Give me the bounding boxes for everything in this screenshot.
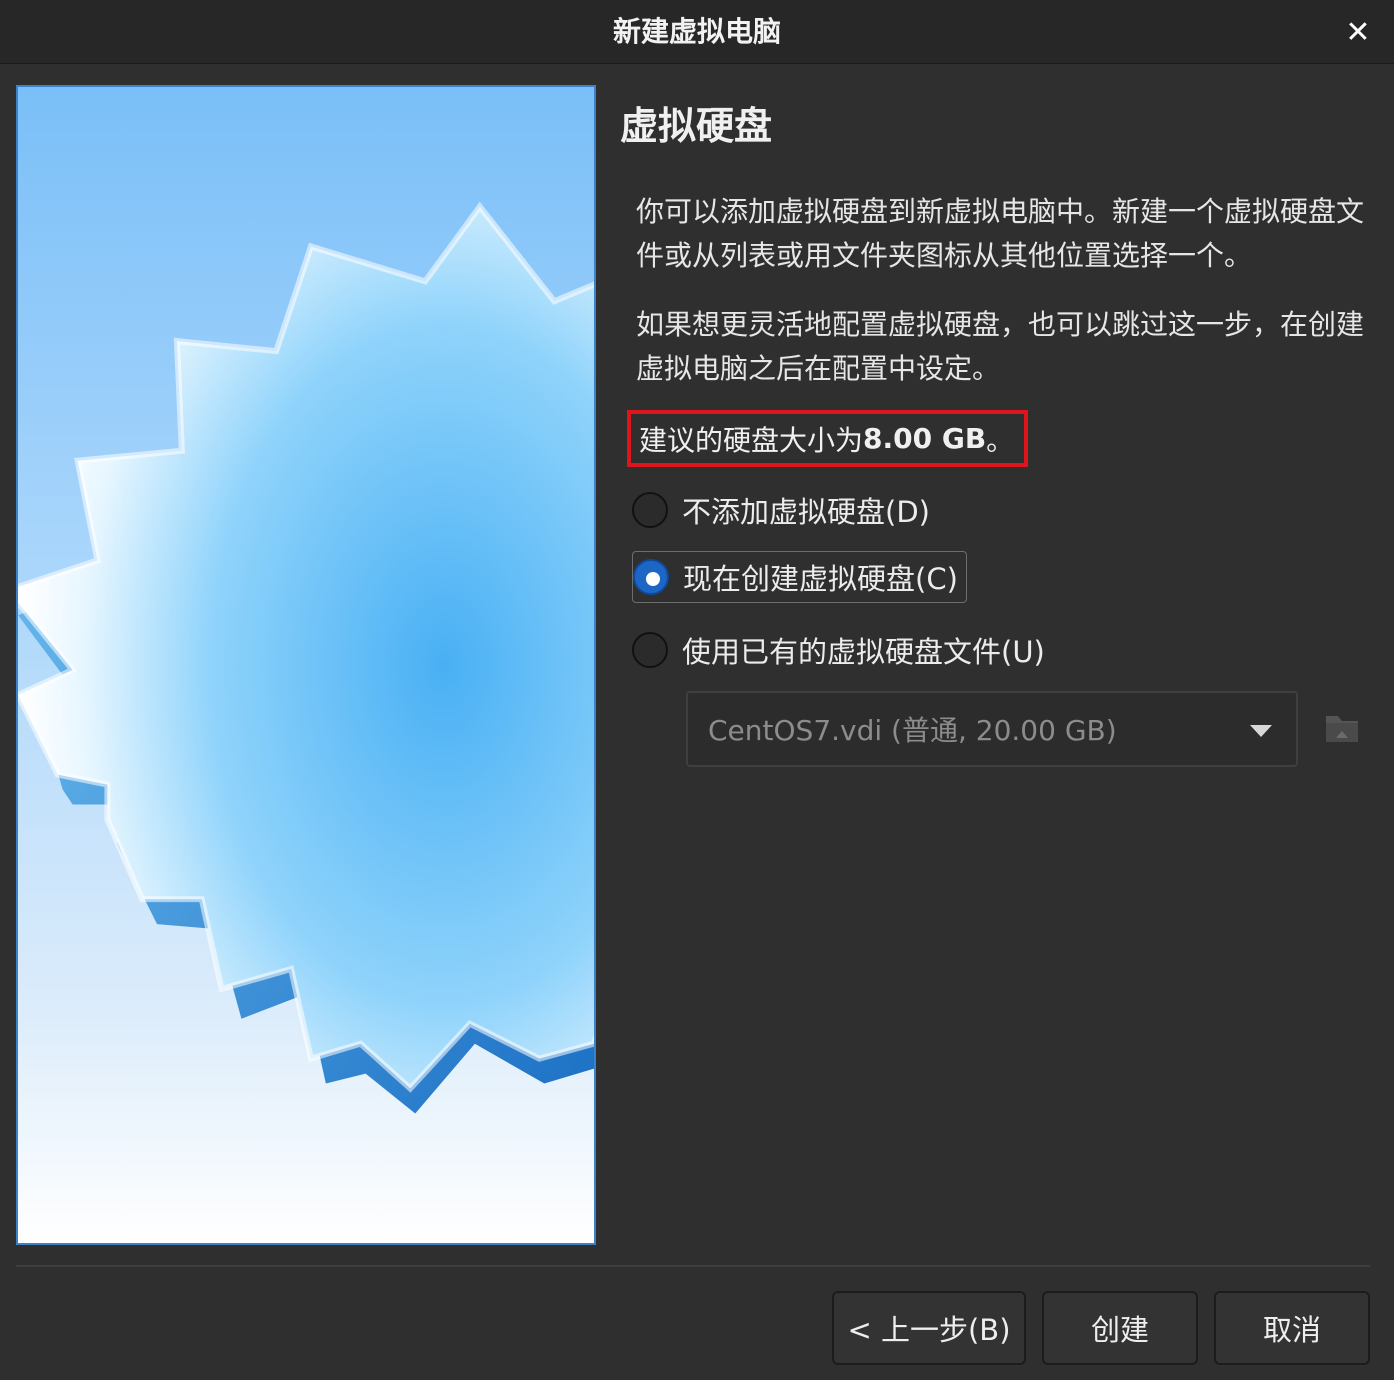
back-button[interactable]: < 上一步(B) [832,1291,1026,1365]
starburst-icon [18,201,594,1114]
radio-no-disk[interactable]: 不添加虚拟硬盘(D) [632,483,930,537]
recommended-size-prefix: 建议的硬盘大小为 [639,423,864,457]
create-button[interactable]: 创建 [1042,1291,1198,1365]
radio-label: 现在创建虚拟硬盘(C) [683,562,958,596]
cancel-button[interactable]: 取消 [1214,1291,1370,1365]
radio-button[interactable] [633,559,669,595]
radio-use-existing-disk[interactable]: 使用已有的虚拟硬盘文件(U) [632,623,1045,677]
title-bar[interactable]: 新建虚拟电脑 ✕ [0,0,1394,64]
new-vm-dialog: 新建虚拟电脑 ✕ 虚拟硬盘 你可以添加虚拟硬盘到新虚拟电脑中。新建一个虚拟硬盘文… [0,0,1394,1380]
existing-disk-value: CentOS7.vdi (普通, 20.00 GB) [708,714,1117,747]
description-text: 你可以添加虚拟硬盘到新虚拟电脑中。新建一个虚拟硬盘文件或从列表或用文件夹图标从其… [636,195,1365,272]
folder-icon[interactable] [1322,708,1362,748]
recommended-size-suffix: 。 [986,423,1015,457]
radio-label: 不添加虚拟硬盘(D) [682,495,930,529]
radio-button[interactable] [632,632,668,668]
wizard-illustration [16,85,596,1245]
radio-label: 使用已有的虚拟硬盘文件(U) [682,635,1045,669]
recommended-size-value: 8.00 GB [863,422,987,455]
window-title: 新建虚拟电脑 [612,15,781,48]
divider [16,1265,1370,1267]
radio-create-disk[interactable]: 现在创建虚拟硬盘(C) [632,551,967,603]
radio-button[interactable] [632,492,668,528]
page-heading: 虚拟硬盘 [620,104,773,148]
existing-disk-select[interactable]: CentOS7.vdi (普通, 20.00 GB) [686,691,1298,767]
skip-hint-text: 如果想更灵活地配置虚拟硬盘，也可以跳过这一步，在创建虚拟电脑之后在配置中设定。 [636,308,1365,385]
chevron-down-icon[interactable] [1250,725,1272,737]
recommended-size-text: 建议的硬盘大小为 8.00 GB 。 [627,410,1029,467]
close-icon[interactable]: ✕ [1340,14,1376,50]
